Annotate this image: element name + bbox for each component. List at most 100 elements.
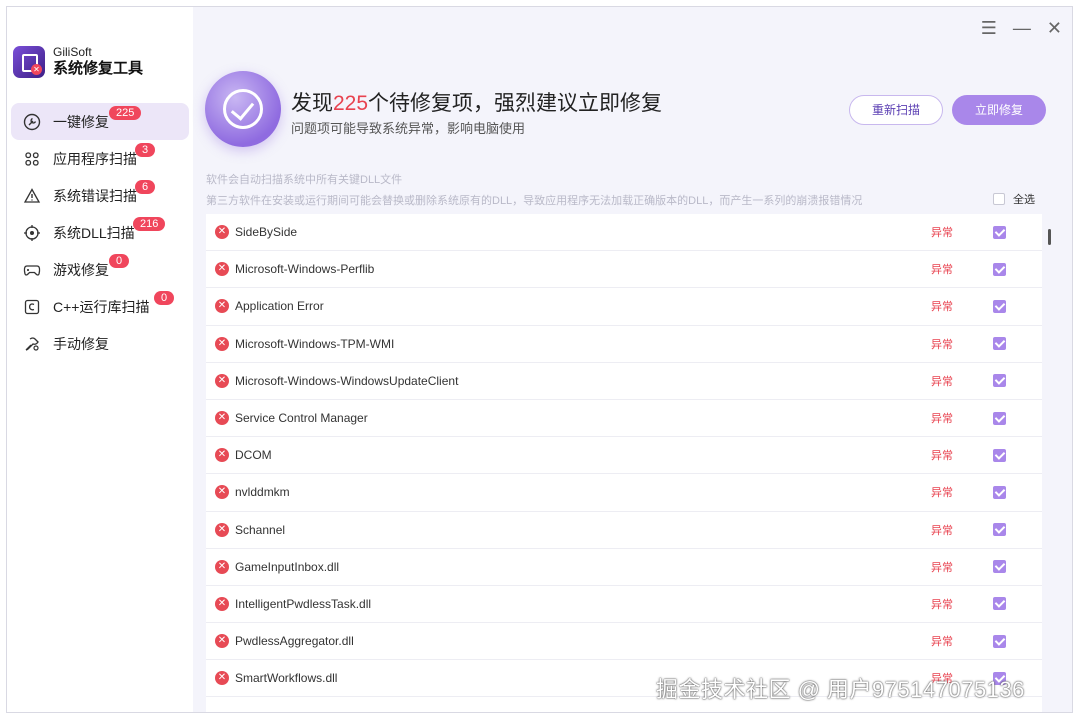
rescan-button[interactable]: 重新扫描 [849, 95, 943, 125]
error-icon: ✕ [215, 262, 229, 277]
issue-name: GameInputInbox.dll [235, 559, 340, 574]
status-badge: 异常 [931, 450, 953, 463]
error-icon: ✕ [215, 225, 229, 240]
row-checkbox[interactable] [993, 448, 1006, 462]
sidebar-item-cpp-runtime-scan[interactable]: C++运行库扫描 0 [11, 288, 189, 325]
table-row[interactable]: ✕ nvlddmkm 异常 [206, 474, 1042, 512]
row-checkbox[interactable] [993, 337, 1006, 351]
cpp-icon [23, 298, 41, 316]
issue-name: Service Control Manager [235, 411, 368, 426]
menu-icon[interactable]: ☰ [981, 19, 997, 37]
status-badge: 异常 [931, 487, 953, 500]
count-badge: 3 [135, 143, 156, 157]
info-description: 第三方软件在安装或运行期间可能会替换或删除系统原有的DLL，导致应用程序无法加载… [206, 195, 863, 207]
status-badge: 异常 [931, 264, 953, 277]
select-all-checkbox[interactable]: 全选 [993, 191, 1035, 207]
issue-name: nvlddmkm [235, 485, 290, 500]
table-row[interactable]: ✕ IntelligentPwdlessTask.dll 异常 [206, 586, 1042, 624]
sidebar-item-one-click-repair[interactable]: 一键修复 225 [11, 103, 189, 140]
issue-count: 225 [333, 92, 369, 115]
row-checkbox[interactable] [993, 225, 1006, 239]
status-badge: 异常 [931, 413, 953, 426]
row-checkbox[interactable] [993, 299, 1006, 313]
status-badge: 异常 [931, 338, 953, 351]
sidebar-item-game-repair[interactable]: 游戏修复 0 [11, 251, 189, 288]
status-badge: 异常 [931, 227, 953, 240]
row-checkbox[interactable] [993, 597, 1006, 611]
row-checkbox[interactable] [993, 485, 1006, 499]
issue-name: SideBySide [235, 225, 298, 240]
select-all-label: 全选 [1013, 194, 1035, 206]
count-badge: 0 [154, 291, 175, 305]
error-icon: ✕ [215, 634, 229, 649]
error-icon: ✕ [215, 596, 229, 611]
row-checkbox[interactable] [993, 560, 1006, 574]
table-row[interactable]: ✕ Application Error 异常 [206, 288, 1042, 326]
checkbox-icon [993, 193, 1005, 205]
fix-now-button[interactable]: 立即修复 [952, 95, 1046, 125]
issue-name: IntelligentPwdlessTask.dll [235, 596, 372, 611]
table-row[interactable]: ✕ SideBySide 异常 [206, 214, 1042, 252]
sidebar: ✕ GiliSoft 系统修复工具 一键修复 225 应用程序扫描 3 系统错误… [7, 7, 193, 712]
issue-name: Microsoft-Windows-Perflib [235, 262, 375, 277]
table-row[interactable]: ✕ Microsoft-Windows-TPM-WMI 异常 [206, 326, 1042, 363]
page-title: 发现225个待修复项，强烈建议立即修复 [291, 92, 663, 115]
status-badge: 异常 [931, 375, 953, 388]
app-window: ✕ GiliSoft 系统修复工具 一键修复 225 应用程序扫描 3 系统错误… [6, 6, 1073, 713]
sidebar-item-dll-scan[interactable]: 系统DLL扫描 216 [11, 214, 189, 251]
page-subtitle: 问题项可能导致系统异常，影响电脑使用 [291, 121, 526, 136]
issue-name: Microsoft-Windows-TPM-WMI [235, 336, 395, 351]
sidebar-item-label: 系统DLL扫描 [53, 224, 135, 241]
error-icon: ✕ [215, 559, 229, 574]
sidebar-item-label: 手动修复 [53, 335, 109, 352]
row-checkbox[interactable] [993, 634, 1006, 648]
gamepad-icon [23, 261, 41, 279]
sidebar-item-manual-repair[interactable]: 手动修复 [11, 325, 189, 362]
sidebar-item-app-scan[interactable]: 应用程序扫描 3 [11, 140, 189, 177]
issue-list: ✕ SideBySide 异常 ✕ Microsoft-Windows-Perflib 异… [206, 214, 1042, 712]
minimize-icon[interactable]: — [1013, 19, 1031, 37]
error-icon: ✕ [215, 411, 229, 426]
info-text: 软件会自动扫描系统中所有关键DLL文件 [206, 174, 403, 186]
sidebar-item-label: 一键修复 [53, 113, 109, 130]
status-badge: 异常 [931, 524, 953, 537]
row-checkbox[interactable] [993, 411, 1006, 425]
table-row[interactable]: ✕ Schannel 异常 [206, 512, 1042, 549]
scrollbar-thumb[interactable] [1048, 229, 1051, 245]
status-badge: 异常 [931, 561, 953, 574]
wrench-circle-icon [23, 113, 41, 131]
count-badge: 6 [135, 180, 156, 194]
row-checkbox[interactable] [993, 262, 1006, 276]
status-badge: 异常 [931, 636, 953, 649]
error-icon: ✕ [215, 299, 229, 314]
app-grid-icon [23, 150, 41, 168]
issue-name: PwdlessAggregator.dll [235, 634, 354, 649]
sidebar-item-system-error-scan[interactable]: 系统错误扫描 6 [11, 177, 189, 214]
table-row[interactable]: ✕ PwdlessAggregator.dll 异常 [206, 623, 1042, 661]
hand-tool-icon [23, 335, 41, 353]
error-icon: ✕ [215, 336, 229, 351]
close-icon[interactable]: ✕ [1047, 19, 1062, 37]
table-row[interactable]: ✕ Microsoft-Windows-Perflib 异常 [206, 251, 1042, 289]
brand-title: 系统修复工具 [53, 60, 144, 77]
warning-icon [23, 187, 41, 205]
sidebar-item-label: 应用程序扫描 [53, 150, 137, 167]
count-badge: 0 [109, 254, 130, 268]
sidebar-item-label: 游戏修复 [53, 261, 109, 278]
brand-name: GiliSoft [53, 45, 92, 59]
shield-check-icon [205, 71, 281, 147]
table-row[interactable]: ✕ Microsoft-Windows-WindowsUpdateClient 异常 [206, 363, 1042, 400]
count-badge: 225 [109, 106, 142, 120]
issue-name: DCOM [235, 448, 272, 463]
table-row[interactable]: ✕ GameInputInbox.dll 异常 [206, 549, 1042, 586]
status-badge: 异常 [931, 301, 953, 314]
row-checkbox[interactable] [993, 523, 1006, 537]
table-row[interactable]: ✕ Service Control Manager 异常 [206, 400, 1042, 438]
issue-name: Microsoft-Windows-WindowsUpdateClient [235, 373, 459, 388]
table-row[interactable]: ✕ DCOM 异常 [206, 437, 1042, 475]
window-controls: ☰ — ✕ [981, 19, 1062, 37]
count-badge: 216 [133, 217, 166, 231]
status-badge: 异常 [931, 598, 953, 611]
row-checkbox[interactable] [993, 374, 1006, 388]
issue-name: Application Error [235, 299, 324, 314]
